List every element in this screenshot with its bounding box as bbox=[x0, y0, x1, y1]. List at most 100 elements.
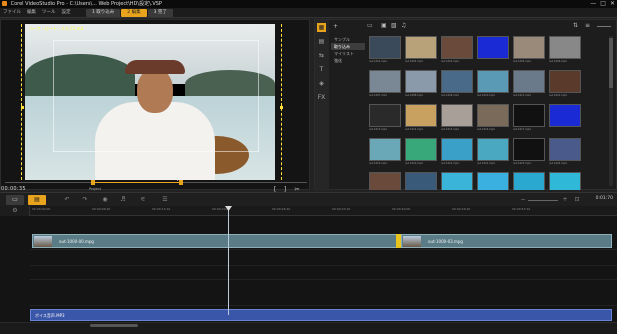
track-manager-icon[interactable]: ☰ bbox=[160, 196, 170, 204]
show-audio-icon[interactable]: ♫ bbox=[401, 22, 410, 30]
open-folder-icon[interactable]: ▭ bbox=[367, 22, 376, 30]
media-thumbnail[interactable] bbox=[477, 36, 509, 59]
minimize-button[interactable]: — bbox=[590, 0, 596, 8]
media-thumbnail[interactable] bbox=[369, 138, 401, 161]
media-thumbnail[interactable] bbox=[549, 36, 581, 59]
title-icon[interactable]: T bbox=[317, 65, 326, 74]
media-thumbnail[interactable] bbox=[369, 36, 401, 59]
media-thumbnail[interactable] bbox=[369, 104, 401, 127]
trim-end-handle[interactable] bbox=[179, 180, 183, 185]
media-thumbnail[interactable] bbox=[477, 70, 509, 93]
preview-panel: ハーフ・ビート・クラブ1.m3 Project Clip ◀ ⏮ ◁ ▶ ▷ ⏭… bbox=[0, 19, 310, 204]
media-thumbnail[interactable] bbox=[405, 104, 437, 127]
overlay-track[interactable] bbox=[30, 250, 617, 266]
guide-handle-left[interactable] bbox=[21, 106, 24, 109]
trim-start-handle[interactable] bbox=[91, 180, 95, 185]
add-folder-icon[interactable]: + bbox=[333, 23, 343, 30]
library-scroll-thumb[interactable] bbox=[609, 38, 613, 88]
media-thumbnail[interactable] bbox=[513, 138, 545, 161]
video-clip-2[interactable]: out-1000-03.mpg bbox=[401, 234, 612, 248]
media-thumbnail[interactable] bbox=[513, 104, 545, 127]
sort-icon[interactable]: ⇅ bbox=[573, 22, 582, 30]
media-thumbnail[interactable] bbox=[477, 104, 509, 127]
media-thumbnail-label: out-1022.mp4 bbox=[477, 162, 495, 165]
media-thumbnail[interactable] bbox=[369, 172, 401, 190]
media-thumbnail[interactable] bbox=[477, 138, 509, 161]
auto-music-icon[interactable]: ⚟ bbox=[138, 196, 148, 204]
media-thumbnail[interactable] bbox=[549, 70, 581, 93]
media-thumbnail-label: out-1021.mp4 bbox=[441, 162, 459, 165]
record-capture-icon[interactable]: ◉ bbox=[100, 196, 110, 204]
media-thumbnail[interactable] bbox=[405, 138, 437, 161]
menu-tools[interactable]: ツール bbox=[42, 8, 56, 18]
sound-mixer-icon[interactable]: ♬ bbox=[118, 196, 128, 204]
media-thumbnail[interactable] bbox=[405, 70, 437, 93]
media-thumbnail[interactable] bbox=[513, 36, 545, 59]
folder-enhance[interactable]: 強化 bbox=[331, 57, 365, 64]
media-thumbnail[interactable] bbox=[513, 172, 545, 190]
thumbnail-size-slider[interactable] bbox=[597, 26, 611, 27]
scrubber[interactable] bbox=[5, 177, 307, 185]
media-category-icon[interactable]: ▦ bbox=[317, 23, 326, 32]
timeline-view-button[interactable]: ▤ bbox=[28, 195, 46, 205]
zoom-slider[interactable] bbox=[528, 200, 558, 201]
graphic-icon[interactable]: ◈ bbox=[317, 79, 326, 88]
project-mode-label[interactable]: Project bbox=[89, 187, 101, 191]
voice-track[interactable] bbox=[30, 280, 617, 306]
redo-icon[interactable]: ↷ bbox=[80, 196, 90, 204]
zoom-out-icon[interactable]: − bbox=[518, 196, 528, 204]
media-thumbnail[interactable] bbox=[549, 138, 581, 161]
close-button[interactable]: ✕ bbox=[610, 0, 615, 8]
media-thumbnail[interactable] bbox=[441, 172, 473, 190]
transition-icon[interactable]: ⇆ bbox=[317, 51, 326, 60]
media-thumbnail[interactable] bbox=[441, 104, 473, 127]
media-thumbnail[interactable] bbox=[441, 138, 473, 161]
fit-project-icon[interactable]: ⊡ bbox=[572, 196, 582, 204]
media-thumbnail-label: out-1017.mp4 bbox=[513, 128, 531, 131]
folder-mylist[interactable]: マイリスト bbox=[331, 50, 365, 57]
list-view-icon[interactable]: ≡ bbox=[585, 22, 594, 30]
folder-samples[interactable]: サンプル bbox=[331, 36, 365, 43]
media-thumbnail[interactable] bbox=[441, 70, 473, 93]
step-edit[interactable]: 2 編集 bbox=[121, 9, 147, 17]
media-thumbnail[interactable] bbox=[405, 36, 437, 59]
maximize-button[interactable]: □ bbox=[600, 0, 606, 8]
media-thumbnail[interactable] bbox=[549, 172, 581, 190]
media-thumbnail-label: out-1012.mp4 bbox=[549, 94, 567, 97]
library-scrollbar[interactable] bbox=[609, 36, 613, 186]
filter-icon[interactable]: FX bbox=[317, 93, 326, 102]
show-photo-icon[interactable]: ▧ bbox=[391, 22, 400, 30]
media-thumbnail[interactable] bbox=[441, 36, 473, 59]
trim-selection[interactable] bbox=[95, 182, 183, 183]
music-clip[interactable]: ボイス音声.MP3 bbox=[30, 309, 612, 321]
step-share[interactable]: 3 完了 bbox=[147, 9, 173, 17]
video-frame[interactable]: ハーフ・ビート・クラブ1.m3 bbox=[25, 24, 275, 180]
media-thumbnail[interactable] bbox=[549, 104, 581, 127]
media-thumbnail-label: out-1024.mp4 bbox=[549, 162, 567, 165]
undo-icon[interactable]: ↶ bbox=[62, 196, 72, 204]
storyboard-view-button[interactable]: ▭ bbox=[6, 195, 24, 205]
media-thumbnail[interactable] bbox=[405, 172, 437, 190]
instant-project-icon[interactable]: ▤ bbox=[317, 37, 326, 46]
zoom-in-icon[interactable]: + bbox=[560, 196, 570, 204]
clip-label: out-1000-03.mpg bbox=[428, 239, 463, 244]
title-safe-box[interactable] bbox=[53, 40, 259, 152]
menu-file[interactable]: ファイル bbox=[3, 8, 21, 18]
video-clip-1[interactable]: out-1000-00.mpg bbox=[32, 234, 400, 248]
media-thumbnail[interactable] bbox=[513, 70, 545, 93]
folder-captured[interactable]: 取り込み bbox=[331, 43, 365, 50]
timeline-tracks bbox=[0, 216, 617, 322]
timeline-scrollbar[interactable] bbox=[90, 324, 138, 327]
track-settings-icon[interactable]: ⚙ bbox=[8, 206, 22, 216]
show-video-icon[interactable]: ▣ bbox=[381, 22, 390, 30]
overlay-title-text[interactable]: ハーフ・ビート・クラブ1.m3 bbox=[29, 26, 83, 32]
step-capture[interactable]: 1 取り込み bbox=[86, 9, 121, 17]
menu-edit[interactable]: 編集 bbox=[27, 8, 36, 18]
media-thumbnail[interactable] bbox=[369, 70, 401, 93]
title-track[interactable] bbox=[30, 266, 617, 280]
media-thumbnail[interactable] bbox=[477, 172, 509, 190]
guide-handle-right[interactable] bbox=[280, 106, 283, 109]
menu-settings[interactable]: 設定 bbox=[62, 8, 71, 18]
timeline-playhead[interactable] bbox=[228, 207, 229, 315]
timeline-ruler[interactable]: 00:00:00:00 00:00:06:20 00:00:13:10 00:00:2… bbox=[30, 206, 617, 216]
